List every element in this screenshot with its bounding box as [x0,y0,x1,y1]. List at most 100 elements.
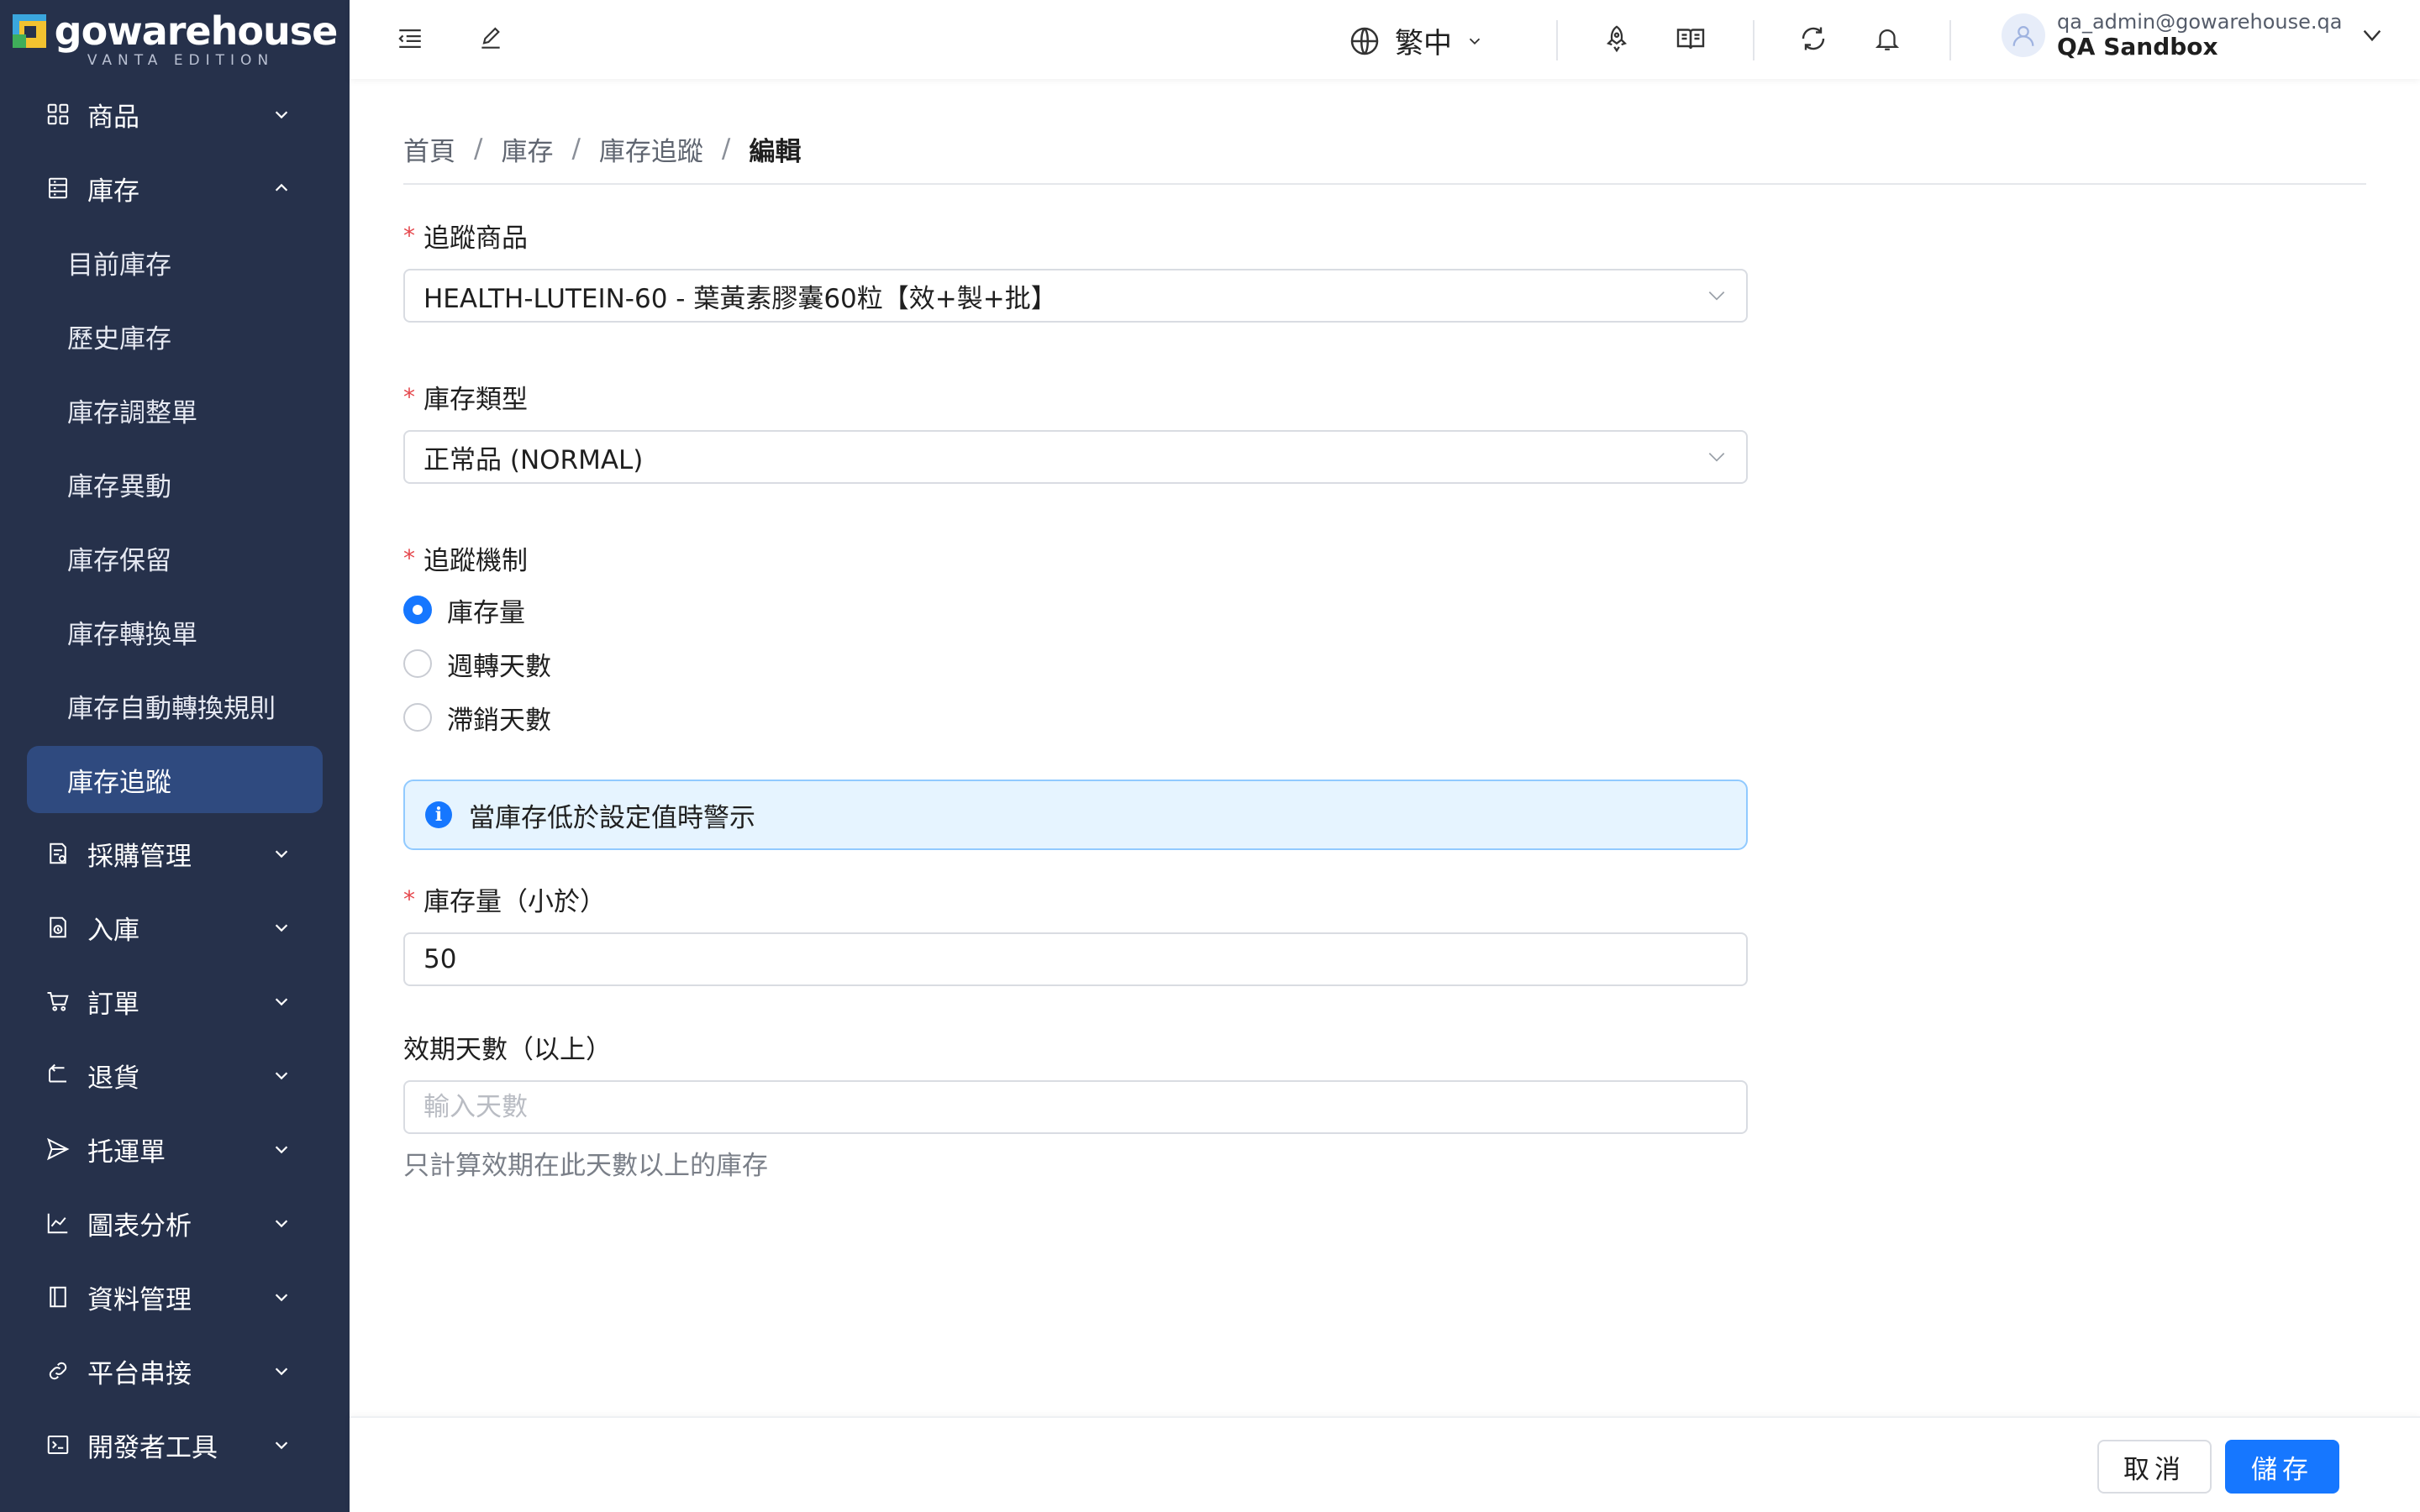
chevron-up-icon [275,183,288,192]
globe-icon [1350,27,1379,55]
radio-label: 庫存量 [447,597,525,628]
radio-label: 滯銷天數 [447,705,551,736]
save-button[interactable]: 儲存 [2225,1440,2339,1494]
header-divider [1949,20,1951,60]
inbound-icon [50,916,66,938]
avatar [2002,13,2045,57]
chevron-down-icon [1469,38,1481,45]
sidebar-subitem-history-stock[interactable]: 歷史庫存 [0,299,350,373]
brand-edition: VANTA EDITION [87,52,275,69]
sidebar-item-developer-tools[interactable]: 開發者工具 [0,1408,350,1482]
bell-icon[interactable] [1870,22,1904,55]
edit-icon[interactable] [474,22,508,55]
chevron-down-icon [1708,291,1725,301]
info-alert-text: 當庫存低於設定值時警示 [469,802,755,833]
stock-tracking-form: * 追蹤商品 HEALTH-LUTEIN-60 - 葉黃素膠囊60粒【效+製+批… [403,220,1748,1182]
sidebar-item-products[interactable]: 商品 [0,77,350,151]
radio-option-turnover-days[interactable]: 週轉天數 [403,637,1748,690]
sidebar-item-label: 資料管理 [87,1284,192,1315]
chevron-down-icon [275,1220,288,1228]
rocket-icon[interactable] [1600,22,1634,55]
threshold-label-text: 庫存量（小於） [424,886,606,917]
sidebar-subitem-current-stock[interactable]: 目前庫存 [0,225,350,299]
stock-type-select[interactable]: 正常品 (NORMAL) [403,430,1748,484]
radio-label: 週轉天數 [447,651,551,682]
menu-fold-icon[interactable] [393,22,427,55]
line-chart-icon [47,1213,68,1234]
user-name: QA Sandbox [2057,33,2218,60]
product-label: * 追蹤商品 [403,220,1748,254]
brand-logo[interactable]: gowarehouse VANTA EDITION [0,0,350,77]
sidebar-item-inbound[interactable]: 入庫 [0,890,350,964]
sidebar-subitem-stock-conversion[interactable]: 庫存轉換單 [0,595,350,669]
user-menu[interactable]: qa_admin@gowarehouse.qa QA Sandbox [2002,12,2386,59]
cancel-button[interactable]: 取消 [2097,1440,2212,1494]
chevron-down-icon [275,1072,288,1080]
sidebar-item-data-management[interactable]: 資料管理 [0,1260,350,1334]
sidebar-item-label: 商品 [87,102,139,133]
sidebar-item-label: 訂單 [87,989,139,1020]
stock-type-label: * 庫存類型 [403,381,1748,415]
return-icon [49,1063,66,1083]
sidebar-item-label: 退貨 [87,1063,139,1094]
sidebar-subitem-auto-conversion-rules[interactable]: 庫存自動轉換規則 [0,669,350,743]
required-mark: * [403,221,415,249]
grid-icon [47,103,69,125]
radio-option-stock-quantity[interactable]: 庫存量 [403,583,1748,637]
mechanism-label: * 追蹤機制 [403,543,1748,576]
sidebar-item-purchasing[interactable]: 採購管理 [0,816,350,890]
chevron-down-icon [275,1146,288,1154]
purchase-icon [50,843,66,864]
sidebar-item-shipping[interactable]: 托運單 [0,1112,350,1186]
info-alert: i 當庫存低於設定值時警示 [403,780,1748,850]
sidebar-nav: 商品 庫存 目前庫存 歷史庫存 庫存調整單 庫存異動 庫存保留 庫存轉換單 庫存… [0,77,350,1482]
sidebar: gowarehouse VANTA EDITION 商品 庫存 目前庫存 歷史庫… [0,0,350,1512]
breadcrumb-home[interactable]: 首頁 [403,130,455,168]
breadcrumb-current: 編輯 [749,136,802,167]
terminal-icon [47,1436,69,1454]
chevron-down-icon [275,1294,288,1302]
expiry-days-label: 效期天數（以上） [403,1032,1748,1065]
sidebar-item-label: 入庫 [87,915,139,946]
book-open-icon[interactable] [1674,22,1707,55]
sidebar-item-orders[interactable]: 訂單 [0,964,350,1038]
sidebar-item-label: 採購管理 [87,841,192,872]
sidebar-subitem-stock-reservation[interactable]: 庫存保留 [0,521,350,595]
sidebar-subitem-stock-tracking[interactable]: 庫存追蹤 [27,746,323,813]
top-header: 繁中 qa_admin@gowarehouse.qa QA Sandbox [350,0,2420,79]
mechanism-label-text: 追蹤機制 [424,545,528,576]
mechanism-radio-group: 庫存量 週轉天數 滯銷天數 [403,583,1748,744]
radio-button[interactable] [403,703,432,732]
breadcrumb-inventory[interactable]: 庫存 [501,130,553,168]
refresh-icon[interactable] [1797,22,1830,55]
sidebar-item-inventory[interactable]: 庫存 [0,151,350,225]
threshold-input[interactable] [403,932,1748,986]
chevron-down-icon [275,850,288,858]
expiry-days-input[interactable] [403,1080,1748,1134]
threshold-label: * 庫存量（小於） [403,884,1748,917]
radio-button-checked[interactable] [403,596,432,624]
breadcrumb-stock-tracking[interactable]: 庫存追蹤 [599,130,703,168]
logo-mark-icon [12,14,46,48]
language-selector[interactable]: 繁中 [1348,20,1484,61]
sidebar-item-integrations[interactable]: 平台串接 [0,1334,350,1408]
sidebar-item-returns[interactable]: 退貨 [0,1038,350,1112]
radio-option-slow-moving-days[interactable]: 滯銷天數 [403,690,1748,744]
product-select-value: HEALTH-LUTEIN-60 - 葉黃素膠囊60粒【效+製+批】 [424,283,1057,314]
user-icon [2012,25,2034,46]
inventory-icon [49,177,67,199]
chevron-down-icon [275,1441,288,1450]
chevron-down-icon [275,111,288,119]
chevron-down-icon [1708,453,1725,462]
radio-button[interactable] [403,649,432,678]
user-email: qa_admin@gowarehouse.qa [2057,10,2343,34]
sidebar-item-analytics[interactable]: 圖表分析 [0,1186,350,1260]
product-select[interactable]: HEALTH-LUTEIN-60 - 葉黃素膠囊60粒【效+製+批】 [403,269,1748,323]
chevron-down-icon [275,924,288,932]
sidebar-subitem-stock-adjustment[interactable]: 庫存調整單 [0,373,350,447]
expiry-days-label-text: 效期天數（以上） [403,1034,612,1065]
book-icon [50,1286,66,1308]
sidebar-subitem-stock-movement[interactable]: 庫存異動 [0,447,350,521]
cart-icon [47,992,69,1011]
stock-type-label-text: 庫存類型 [424,384,528,415]
